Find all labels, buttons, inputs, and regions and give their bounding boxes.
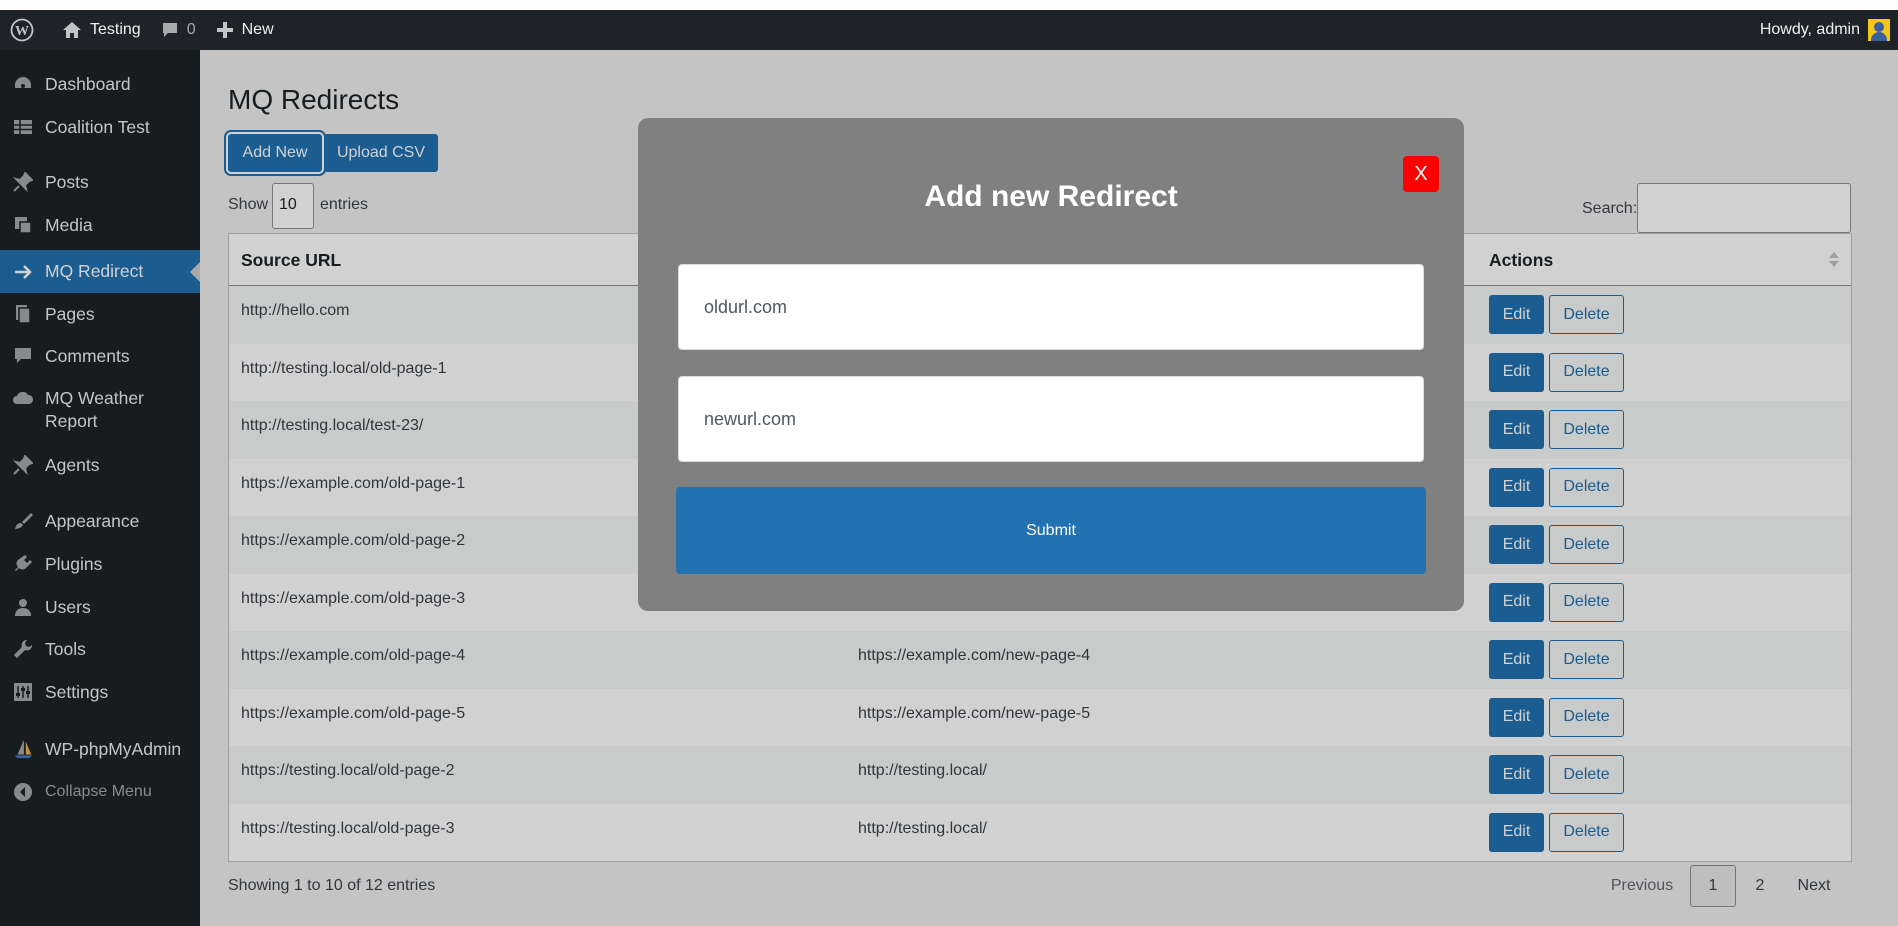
site-name-link[interactable]: Testing xyxy=(52,10,151,50)
comments-count: 0 xyxy=(186,21,196,38)
add-redirect-modal: Add new Redirect X oldurl.com newurl.com… xyxy=(638,118,1464,611)
home-icon xyxy=(63,22,81,38)
new-url-input[interactable]: newurl.com xyxy=(678,376,1424,462)
comment-icon xyxy=(162,23,177,37)
svg-text:W: W xyxy=(15,24,29,39)
new-label: New xyxy=(241,21,274,38)
close-button[interactable]: X xyxy=(1403,156,1439,192)
old-url-input[interactable]: oldurl.com xyxy=(678,264,1424,350)
new-content-link[interactable]: New xyxy=(206,10,284,50)
greeting: Howdy, admin xyxy=(1759,21,1860,38)
avatar xyxy=(1868,19,1890,41)
admin-bar: W Testing 0 New Howdy, admin xyxy=(0,10,1898,50)
new-url-value: newurl.com xyxy=(704,408,797,429)
site-name: Testing xyxy=(90,21,141,38)
submit-button[interactable]: Submit xyxy=(676,487,1426,574)
comments-link[interactable]: 0 xyxy=(151,10,206,50)
plus-icon xyxy=(216,22,233,38)
browser-top-strip xyxy=(0,0,1898,10)
my-account-link[interactable]: Howdy, admin xyxy=(1760,10,1890,50)
wordpress-icon: W xyxy=(10,18,34,42)
old-url-value: oldurl.com xyxy=(704,296,788,317)
wordpress-logo-button[interactable]: W xyxy=(0,10,52,50)
modal-title: Add new Redirect xyxy=(924,180,1178,213)
